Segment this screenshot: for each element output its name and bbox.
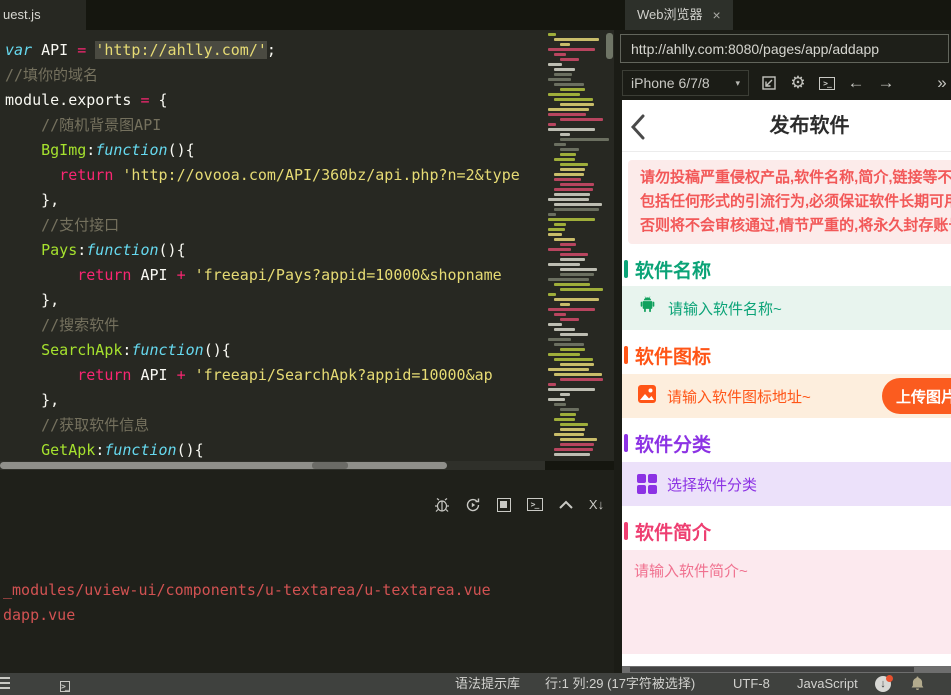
code-line: //填你的域名 [5,66,99,84]
warning-banner: 请勿投稿严重侵权产品,软件名称,简介,链接等不得包括任何形式的引流行为,必须保证… [628,160,951,244]
code-line: return API + 'freeapi/Pays?appid=10000&s… [77,266,502,284]
settings-gear-icon[interactable]: ⚙ [786,70,810,96]
console-toolbar: >_ X↓ [433,496,605,513]
editor-tab-request-js[interactable]: uest.js [0,0,86,30]
code-line: return API + 'freeapi/SearchApk?appid=10… [77,366,493,384]
editor-hscrollbar-notch [312,462,348,469]
android-icon [637,295,658,321]
code-line: SearchApk:function(){ [41,341,231,359]
url-bar [614,30,951,66]
category-value: 选择软件分类 [667,476,758,494]
section-bar [624,346,628,364]
console-output[interactable]: _modules/uview-ui/components/u-textarea/… [3,578,491,628]
back-chevron-icon[interactable] [630,114,654,140]
back-arrow-icon[interactable]: ← [844,70,868,96]
syntax-lib-status[interactable]: 语法提示库 [455,673,520,695]
browser-toolbar: iPhone 6/7/8 ▾ ⚙ >_ ← → » [614,66,951,100]
overflow-chevrons-icon[interactable]: » [930,70,951,96]
open-external-icon[interactable] [757,70,781,96]
editor-hscrollbar-thumb[interactable] [0,462,447,469]
section-bar [624,434,628,452]
code-line: //搜索软件 [5,316,120,334]
chevron-down-icon: ▾ [735,78,740,88]
upload-image-button[interactable]: 上传图片 [882,378,951,414]
code-line: return 'http://ovooa.com/API/360bz/api.p… [59,166,520,184]
terminal-icon[interactable]: >_ [60,677,70,692]
code-line: Pays:function(){ [41,241,186,259]
section-category-title: 软件分类 [624,430,951,456]
browser-tabbar: Web浏览器 × [614,0,951,30]
section-name-title: 软件名称 [624,256,951,282]
editor-vscrollbar[interactable] [606,33,613,59]
update-badge [886,675,893,682]
intro-placeholder: 请输入软件简介~ [634,563,748,580]
console-line: dapp.vue [3,606,76,624]
section-bar [624,260,628,278]
url-input[interactable] [620,34,949,63]
app-icon-placeholder: 请输入软件图标地址~ [667,388,811,406]
page-title: 发布软件 [769,115,850,137]
browser-panel: Web浏览器 × iPhone 6/7/8 ▾ ⚙ >_ ← → » [614,0,951,673]
code-line: GetApk:function(){ [41,441,204,459]
device-select[interactable]: iPhone 6/7/8 ▾ [622,70,749,96]
section-bar [624,522,628,540]
restart-icon[interactable] [464,496,481,513]
code-line: //获取软件信息 [5,416,150,434]
language-status[interactable]: JavaScript [797,673,858,695]
close-icon[interactable]: × [713,0,721,30]
category-select[interactable]: 选择软件分类 [622,462,951,506]
menu-icon[interactable] [0,677,12,691]
terminal-icon[interactable]: >_ [815,70,839,96]
code-line: module.exports = { [5,91,168,109]
mobile-preview: 发布软件 请勿投稿严重侵权产品,软件名称,简介,链接等不得包括任何形式的引流行为… [622,100,951,666]
code-area[interactable]: var API = 'http://ahlly.com/'; //填你的域名 mod… [0,30,545,461]
clear-icon[interactable]: X↓ [588,496,605,513]
browser-tab[interactable]: Web浏览器 × [625,0,733,30]
collapse-icon[interactable] [557,496,574,513]
code-line: //随机背景图API [5,116,162,134]
code-editor[interactable]: var API = 'http://ahlly.com/'; //填你的域名 mod… [0,30,614,461]
preview-hscrollbar[interactable] [622,666,951,673]
code-line: BgImg:function(){ [41,141,195,159]
code-line: }, [5,391,60,409]
console-panel: >_ X↓ _modules/uview-ui/components/u-tex… [0,470,614,673]
editor-hscrollbar-track[interactable] [0,461,545,470]
app-icon-input[interactable]: 请输入软件图标地址~ 上传图片 [622,374,951,418]
minimap[interactable] [545,30,612,461]
encoding-status[interactable]: UTF-8 [733,673,770,695]
app-name-input[interactable]: 请输入软件名称~ [622,286,951,330]
terminal-add-icon[interactable]: >_ [526,496,543,513]
hbuilderx-window: uest.js var API = 'http://ahlly.com/'; //… [0,0,951,695]
device-select-value: iPhone 6/7/8 [631,75,710,91]
cursor-position[interactable]: 行:1 列:29 (17字符被选择) [545,673,695,695]
page-header: 发布软件 [622,100,951,152]
image-icon [637,384,657,409]
intro-textarea[interactable]: 请输入软件简介~ [622,550,951,654]
stop-icon[interactable] [495,496,512,513]
section-intro-title: 软件简介 [624,518,951,544]
section-icon-title: 软件图标 [624,342,951,368]
phone-page: 发布软件 请勿投稿严重侵权产品,软件名称,简介,链接等不得包括任何形式的引流行为… [622,100,951,666]
app-name-placeholder: 请输入软件名称~ [668,300,782,318]
code-line: //支付接口 [5,216,120,234]
bell-icon[interactable] [910,675,925,695]
grid-icon [637,474,657,494]
preview-hscrollbar-thumb[interactable] [630,667,914,672]
console-line: _modules/uview-ui/components/u-textarea/… [3,581,491,599]
editor-tab-label: uest.js [3,7,41,22]
code-line: }, [5,291,60,309]
debug-icon[interactable] [433,496,450,513]
forward-arrow-icon[interactable]: → [874,70,898,96]
code-line: }, [5,191,60,209]
status-bar: >_ 语法提示库 行:1 列:29 (17字符被选择) UTF-8 JavaSc… [0,673,951,695]
editor-tabbar: uest.js [0,0,614,30]
editor-panel: uest.js var API = 'http://ahlly.com/'; //… [0,0,614,673]
code-line: var API = 'http://ahlly.com/'; [5,41,276,59]
browser-tab-label: Web浏览器 [637,7,703,22]
